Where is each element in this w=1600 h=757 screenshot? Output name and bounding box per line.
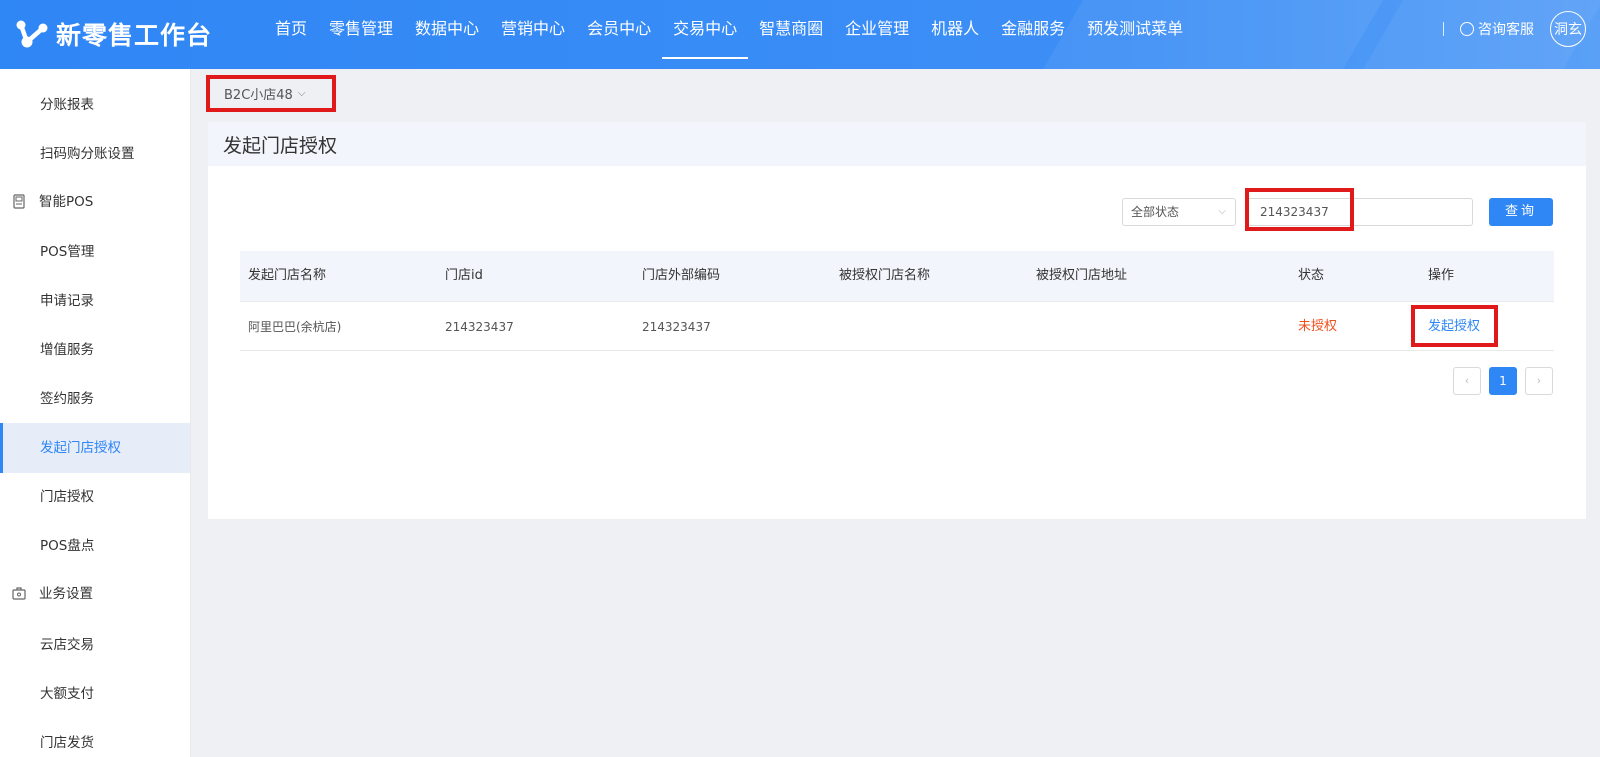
app-logo[interactable]: 新零售工作台 <box>14 14 212 54</box>
nav-item-data[interactable]: 数据中心 <box>404 0 490 69</box>
sidebar-item-initiate-store-auth[interactable]: 发起门店授权 <box>0 423 190 473</box>
column-header: 发起门店名称 <box>248 268 327 283</box>
sidebar-item-large-payment[interactable]: 大额支付 <box>0 669 190 719</box>
chevron-down-icon: ⌵ <box>297 88 306 99</box>
customer-service-label: 咨询客服 <box>1478 22 1534 38</box>
sidebar-item-split-report[interactable]: 分账报表 <box>0 80 190 130</box>
sidebar: 分账报表 扫码购分账设置 智能POS POS管理 申请记录 增值服务 签约服务 … <box>0 69 191 757</box>
page-title: 发起门店授权 <box>223 135 338 157</box>
pagination-next-button[interactable]: › <box>1525 367 1553 395</box>
nav-item-marketing[interactable]: 营销中心 <box>490 0 576 69</box>
store-auth-table: 发起门店名称 门店id 门店外部编码 被授权门店名称 被授权门店地址 状态 操作… <box>240 251 1554 351</box>
nav-item-retail[interactable]: 零售管理 <box>318 0 404 69</box>
nav-item-home[interactable]: 首页 <box>264 0 318 69</box>
main-nav: 首页 零售管理 数据中心 营销中心 会员中心 交易中心 智慧商圈 企业管理 机器… <box>264 0 1194 69</box>
status-select-value: 全部状态 <box>1131 205 1180 219</box>
app-title: 新零售工作台 <box>56 21 213 50</box>
column-header: 状态 <box>1298 268 1325 283</box>
nav-item-enterprise[interactable]: 企业管理 <box>834 0 920 69</box>
nav-item-finance[interactable]: 金融服务 <box>990 0 1076 69</box>
column-header: 门店外部编码 <box>642 268 721 283</box>
column-header: 门店id <box>445 268 483 283</box>
query-button[interactable]: 查询 <box>1489 198 1553 226</box>
sidebar-item-store-auth[interactable]: 门店授权 <box>0 472 190 522</box>
sidebar-item-scan-split-settings[interactable]: 扫码购分账设置 <box>0 129 190 179</box>
pagination-prev-button[interactable]: ‹ <box>1453 367 1481 395</box>
sidebar-item-pos-management[interactable]: POS管理 <box>0 227 190 277</box>
sidebar-item-pos-inventory[interactable]: POS盘点 <box>0 521 190 571</box>
store-selector[interactable]: B2C小店48 ⌵ <box>206 75 336 112</box>
table-row: 阿里巴巴(余杭店) 214323437 214323437 未授权 发起授权 <box>240 301 1554 351</box>
pos-device-icon <box>13 194 25 209</box>
column-header: 被授权门店地址 <box>1036 268 1128 283</box>
business-settings-icon <box>12 587 26 600</box>
sidebar-group-label: 业务设置 <box>39 586 93 602</box>
search-input[interactable]: 214323437 <box>1247 198 1473 226</box>
sidebar-group-smart-pos[interactable]: 智能POS <box>0 177 190 227</box>
avatar[interactable]: 洞玄 <box>1550 11 1586 47</box>
nav-item-member[interactable]: 会员中心 <box>576 0 662 69</box>
sidebar-item-apply-records[interactable]: 申请记录 <box>0 276 190 326</box>
nav-item-pre-release-test[interactable]: 预发测试菜单 <box>1076 0 1194 69</box>
top-header: 新零售工作台 首页 零售管理 数据中心 营销中心 会员中心 交易中心 智慧商圈 … <box>0 0 1600 69</box>
sidebar-item-cloud-store-trade[interactable]: 云店交易 <box>0 620 190 670</box>
table-header: 发起门店名称 门店id 门店外部编码 被授权门店名称 被授权门店地址 状态 操作 <box>240 251 1554 301</box>
header-right: 咨询客服 洞玄 <box>1443 11 1586 47</box>
column-header: 操作 <box>1428 268 1455 283</box>
cell-external-code: 214323437 <box>642 320 711 334</box>
status-select[interactable]: 全部状态 ⌵ <box>1122 198 1236 226</box>
sidebar-item-value-added[interactable]: 增值服务 <box>0 325 190 375</box>
customer-service-link[interactable]: 咨询客服 <box>1460 19 1534 39</box>
column-header: 被授权门店名称 <box>839 268 931 283</box>
nav-item-business-district[interactable]: 智慧商圈 <box>748 0 834 69</box>
sidebar-group-label: 智能POS <box>39 194 94 210</box>
nav-item-robot[interactable]: 机器人 <box>920 0 990 69</box>
pagination-page-button[interactable]: 1 <box>1489 367 1517 395</box>
headset-icon <box>1460 22 1474 36</box>
logo-icon <box>14 16 50 52</box>
store-selector-value: B2C小店48 <box>224 88 293 103</box>
sidebar-group-business-settings[interactable]: 业务设置 <box>0 569 190 619</box>
header-divider <box>1443 22 1444 36</box>
cell-store-id: 214323437 <box>445 320 514 334</box>
page-title-bar <box>208 122 1586 166</box>
chevron-down-icon: ⌵ <box>1218 206 1226 217</box>
status-badge: 未授权 <box>1298 319 1338 334</box>
sidebar-item-contract[interactable]: 签约服务 <box>0 374 190 424</box>
sidebar-item-store-shipping[interactable]: 门店发货 <box>0 718 190 757</box>
cell-store-name: 阿里巴巴(余杭店) <box>248 320 342 334</box>
nav-item-trade[interactable]: 交易中心 <box>662 0 749 69</box>
initiate-auth-link[interactable]: 发起授权 <box>1428 302 1480 352</box>
